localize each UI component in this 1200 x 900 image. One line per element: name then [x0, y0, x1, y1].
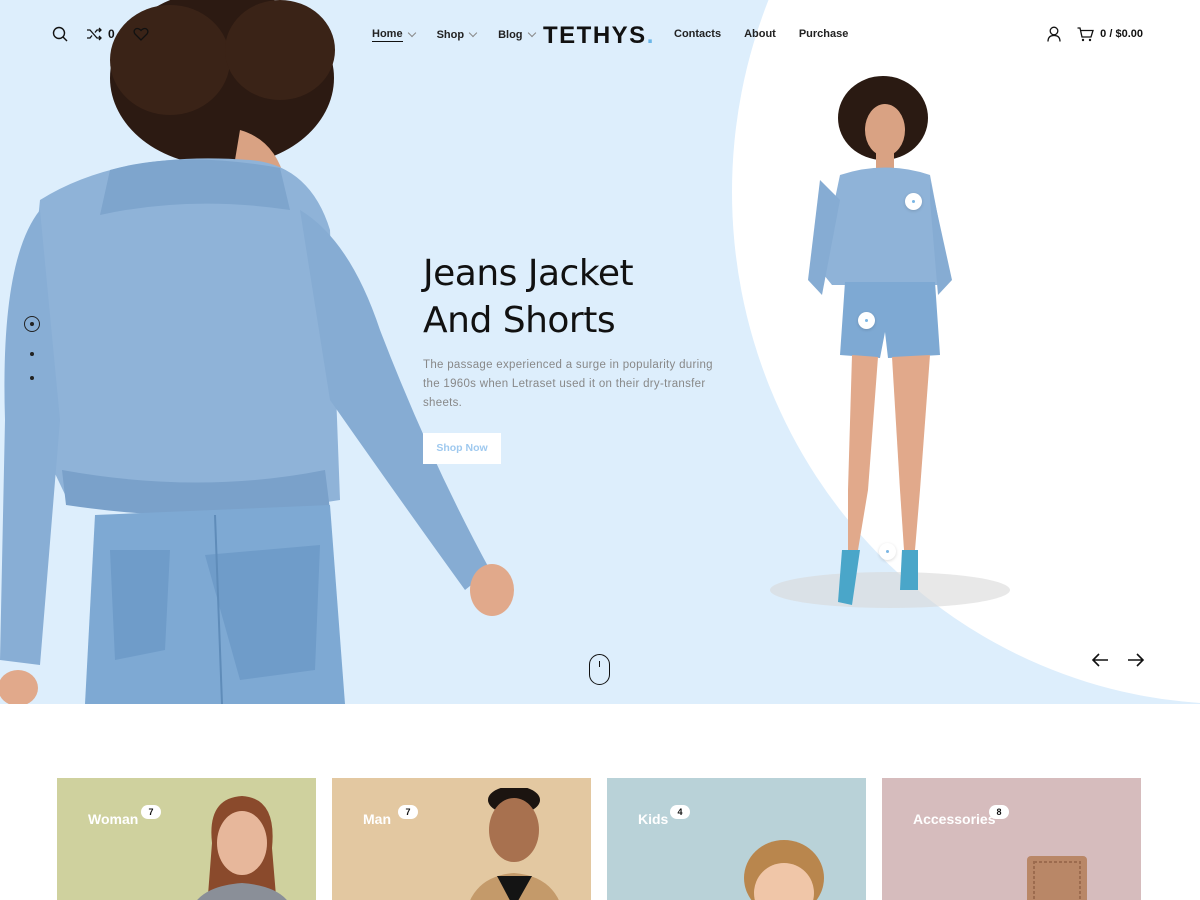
shop-now-button[interactable]: Shop Now — [423, 433, 501, 464]
main-menu-left: Home Shop Blog — [372, 28, 536, 42]
scroll-down-icon[interactable] — [589, 654, 610, 685]
cart-total: 0 / $0.00 — [1100, 28, 1143, 40]
site-header: 0 Home Shop Blog TETHYS. Contacts About — [0, 0, 1200, 70]
category-card-kids[interactable]: Kids 4 — [607, 778, 866, 900]
cart-button[interactable]: 0 / $0.00 — [1077, 26, 1143, 42]
product-hotspot-shoes[interactable] — [879, 543, 896, 560]
menu-item-purchase-label: Purchase — [798, 28, 849, 40]
category-count-badge: 8 — [989, 805, 1009, 819]
wishlist-button[interactable] — [133, 27, 149, 41]
product-hotspot-shorts[interactable] — [858, 312, 875, 329]
slider-pagination — [24, 316, 40, 380]
product-hotspot-jacket[interactable] — [905, 193, 922, 210]
menu-item-home-label: Home — [372, 28, 403, 42]
account-button[interactable] — [1047, 26, 1061, 42]
category-card-accessories[interactable]: Accessories 8 — [882, 778, 1141, 900]
menu-item-shop-label: Shop — [436, 29, 465, 41]
category-count-badge: 7 — [141, 805, 161, 819]
heart-icon — [133, 27, 149, 41]
hero-slider: Jeans Jacket And Shorts The passage expe… — [0, 0, 1200, 704]
slide-dot-2[interactable] — [30, 352, 34, 356]
menu-item-contacts-label: Contacts — [674, 28, 722, 40]
menu-item-purchase[interactable]: Purchase — [799, 28, 849, 40]
menu-item-home[interactable]: Home — [372, 28, 416, 42]
menu-item-blog-label: Blog — [498, 29, 523, 41]
slide-dot-1[interactable] — [24, 316, 40, 332]
logo-dot: . — [646, 22, 655, 49]
menu-item-shop[interactable]: Shop — [436, 28, 478, 41]
chevron-down-icon — [407, 28, 416, 38]
category-accessories-image — [1027, 856, 1087, 900]
category-card-man[interactable]: Man 7 — [332, 778, 591, 900]
slider-arrows — [1090, 650, 1146, 670]
category-man-image — [470, 788, 559, 900]
hero-title: Jeans Jacket And Shorts — [423, 250, 723, 344]
category-count-badge: 4 — [670, 805, 690, 819]
category-woman-image — [197, 796, 287, 900]
shuffle-icon — [87, 27, 102, 41]
hero-title-line2: And Shorts — [423, 300, 616, 341]
category-label: Woman — [88, 811, 139, 827]
category-label: Kids — [638, 811, 669, 827]
slide-dot-3[interactable] — [30, 376, 34, 380]
search-button[interactable] — [52, 26, 68, 42]
hero-description: The passage experienced a surge in popul… — [423, 359, 713, 409]
user-icon — [1047, 26, 1061, 42]
logo-text: TETHYS — [543, 22, 647, 49]
menu-item-about-label: About — [744, 28, 776, 40]
header-right-tools: 0 / $0.00 — [1047, 26, 1143, 42]
compare-button[interactable]: 0 — [86, 27, 115, 41]
hero-title-line1: Jeans Jacket — [423, 253, 634, 294]
header-left-tools: 0 — [52, 26, 149, 42]
chevron-down-icon — [527, 28, 536, 38]
site-logo[interactable]: TETHYS. — [543, 22, 655, 50]
main-menu-right: Contacts About Purchase — [674, 28, 848, 40]
category-grid: Woman 7 Man 7 Kids 4 Accessories 8 — [57, 778, 1141, 900]
category-label: Man — [363, 811, 391, 827]
search-icon — [52, 26, 68, 42]
compare-count: 0 — [108, 27, 115, 41]
chevron-down-icon — [468, 28, 478, 38]
arrow-right-icon[interactable] — [1126, 650, 1146, 670]
category-count-badge: 7 — [398, 805, 418, 819]
cart-icon — [1077, 26, 1095, 41]
menu-item-about[interactable]: About — [744, 28, 776, 40]
arrow-left-icon[interactable] — [1090, 650, 1110, 670]
category-kids-image — [744, 840, 824, 900]
category-card-woman[interactable]: Woman 7 — [57, 778, 316, 900]
menu-item-contacts[interactable]: Contacts — [674, 28, 721, 40]
category-label: Accessories — [913, 811, 996, 827]
menu-item-blog[interactable]: Blog — [498, 28, 536, 41]
hero-content: Jeans Jacket And Shorts The passage expe… — [423, 250, 723, 464]
